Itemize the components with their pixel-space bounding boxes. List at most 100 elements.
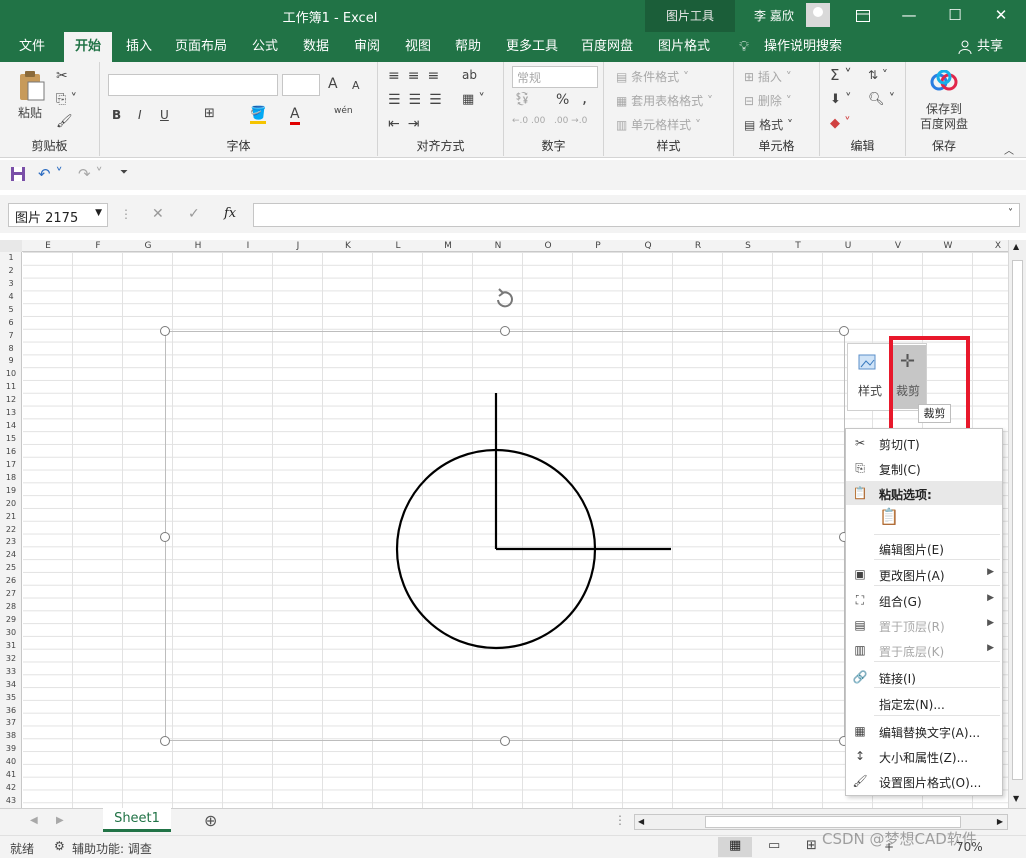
italic-button[interactable]: I [138,108,142,122]
copy-icon[interactable]: ⎘ ˅ [56,92,77,107]
row-header[interactable]: 35 [0,692,22,705]
row-header[interactable]: 31 [0,640,22,653]
row-header[interactable]: 13 [0,407,22,420]
indent-icons[interactable]: ⇤⇥ [388,116,427,132]
paste-icon[interactable] [16,70,46,102]
row-header[interactable]: 34 [0,679,22,692]
row-header[interactable]: 5 [0,304,22,317]
customize-qat-icon[interactable]: ⏷ [120,167,128,178]
share-icon[interactable] [956,32,974,62]
font-name-combo[interactable] [108,74,278,96]
row-header[interactable]: 39 [0,743,22,756]
column-header[interactable]: M [423,240,473,252]
row-header[interactable]: 2 [0,265,22,278]
decrease-decimal-button[interactable]: .00 →.0 [554,116,594,126]
tab-picture-format[interactable]: 图片格式 [650,32,718,62]
column-header[interactable]: G [123,240,173,252]
context-menu-item[interactable]: ▤ 置于顶层(R) ▶ [846,613,1002,637]
orientation-icon[interactable]: ab [462,68,477,82]
row-header[interactable]: 12 [0,394,22,407]
underline-button[interactable]: U [160,108,169,122]
column-header[interactable]: N [473,240,523,252]
grow-font-button[interactable]: A [328,76,338,92]
row-header[interactable]: 29 [0,614,22,627]
row-header[interactable]: 32 [0,653,22,666]
row-header[interactable]: 26 [0,575,22,588]
maximize-button[interactable]: ☐ [932,0,978,32]
column-header[interactable]: T [773,240,823,252]
row-header[interactable]: 19 [0,485,22,498]
column-header[interactable]: I [223,240,273,252]
style-icon[interactable] [858,352,880,375]
sort-filter-icon[interactable]: ⇅ ˅ [868,68,888,82]
formula-input[interactable] [253,203,1020,227]
confirm-entry-icon[interactable]: ✓ [188,206,200,222]
save-icon[interactable] [10,166,26,185]
number-format-combo[interactable]: 常规 [512,66,598,88]
shrink-font-button[interactable]: A [352,79,360,92]
row-header[interactable]: 9 [0,355,22,368]
row-header[interactable]: 7 [0,330,22,343]
accessibility-icon[interactable]: ⚙ [54,839,65,853]
h-scroll-thumb[interactable] [705,816,961,828]
context-menu-item[interactable]: 🖌 设置图片格式(O)... [846,769,1002,793]
tab-splitter[interactable]: ⋮ [614,813,626,827]
selected-picture[interactable] [160,326,849,746]
row-header[interactable]: 43 [0,795,22,808]
ribbon-display-icon[interactable] [840,0,886,32]
rotate-handle-icon[interactable] [493,288,517,310]
row-header[interactable]: 40 [0,756,22,769]
column-header[interactable]: E [23,240,73,252]
column-header[interactable]: J [273,240,323,252]
chevron-down-icon[interactable]: ▼ [95,208,102,218]
normal-view-icon[interactable]: ▦ [718,837,752,857]
column-header[interactable]: F [73,240,123,252]
prev-sheet-icon[interactable]: ◀ [30,815,38,826]
format-as-table-button[interactable]: ▦ 套用表格格式 ˅ [616,92,713,109]
tab-home[interactable]: 开始 [64,32,112,62]
redo-icon[interactable]: ↷ ˅ [78,165,103,183]
column-header[interactable]: V [873,240,923,252]
scroll-down-icon[interactable]: ▼ [1013,794,1019,803]
cut-icon[interactable]: ✂ [56,68,68,84]
row-header[interactable]: 11 [0,381,22,394]
row-header[interactable]: 42 [0,782,22,795]
currency-icon[interactable]: 💱︎ [514,92,531,107]
phonetic-button[interactable]: wén [334,106,353,116]
row-header[interactable]: 14 [0,420,22,433]
page-break-view-icon[interactable]: ⊞ [806,838,817,853]
row-header[interactable]: 27 [0,588,22,601]
increase-decimal-button[interactable]: ←.0 .00 [512,116,552,126]
undo-icon[interactable]: ↶ ˅ [38,165,63,183]
insert-function-button[interactable]: fx [224,206,236,221]
select-all-corner[interactable] [0,240,22,252]
cancel-entry-icon[interactable]: ✕ [152,206,164,222]
fill-icon[interactable]: ⬇ ˅ [830,92,852,107]
row-header[interactable]: 20 [0,498,22,511]
lightbulb-icon[interactable]: 💡︎ [734,32,754,62]
context-menu-item[interactable]: ▥ 置于底层(K) ▶ [846,638,1002,662]
resize-handle-n[interactable] [500,326,510,336]
tab-file[interactable]: 文件 [8,32,56,62]
tab-review[interactable]: 审阅 [346,32,388,62]
paste-button[interactable]: 粘贴 [18,104,42,121]
resize-handle-nw[interactable] [160,326,170,336]
insert-cells-button[interactable]: ⊞ 插入 ˅ [744,68,792,85]
comma-button[interactable]: , [582,88,587,107]
row-header[interactable]: 30 [0,627,22,640]
row-header[interactable]: 8 [0,343,22,356]
row-header[interactable]: 28 [0,601,22,614]
row-header[interactable]: 18 [0,472,22,485]
bold-button[interactable]: B [112,108,121,122]
avatar[interactable] [806,3,830,27]
column-header[interactable]: R [673,240,723,252]
row-header[interactable]: 21 [0,511,22,524]
borders-icon[interactable]: ⊞ [204,106,215,121]
close-button[interactable]: ✕ [978,0,1024,32]
font-size-combo[interactable] [282,74,320,96]
context-menu-item[interactable]: 🔗 链接(I) [846,665,1002,689]
context-menu-item[interactable]: 编辑图片(E) [846,536,1002,560]
context-menu-item[interactable]: 📋 粘贴选项: [846,481,1002,505]
row-header[interactable]: 3 [0,278,22,291]
tab-formulas[interactable]: 公式 [244,32,286,62]
